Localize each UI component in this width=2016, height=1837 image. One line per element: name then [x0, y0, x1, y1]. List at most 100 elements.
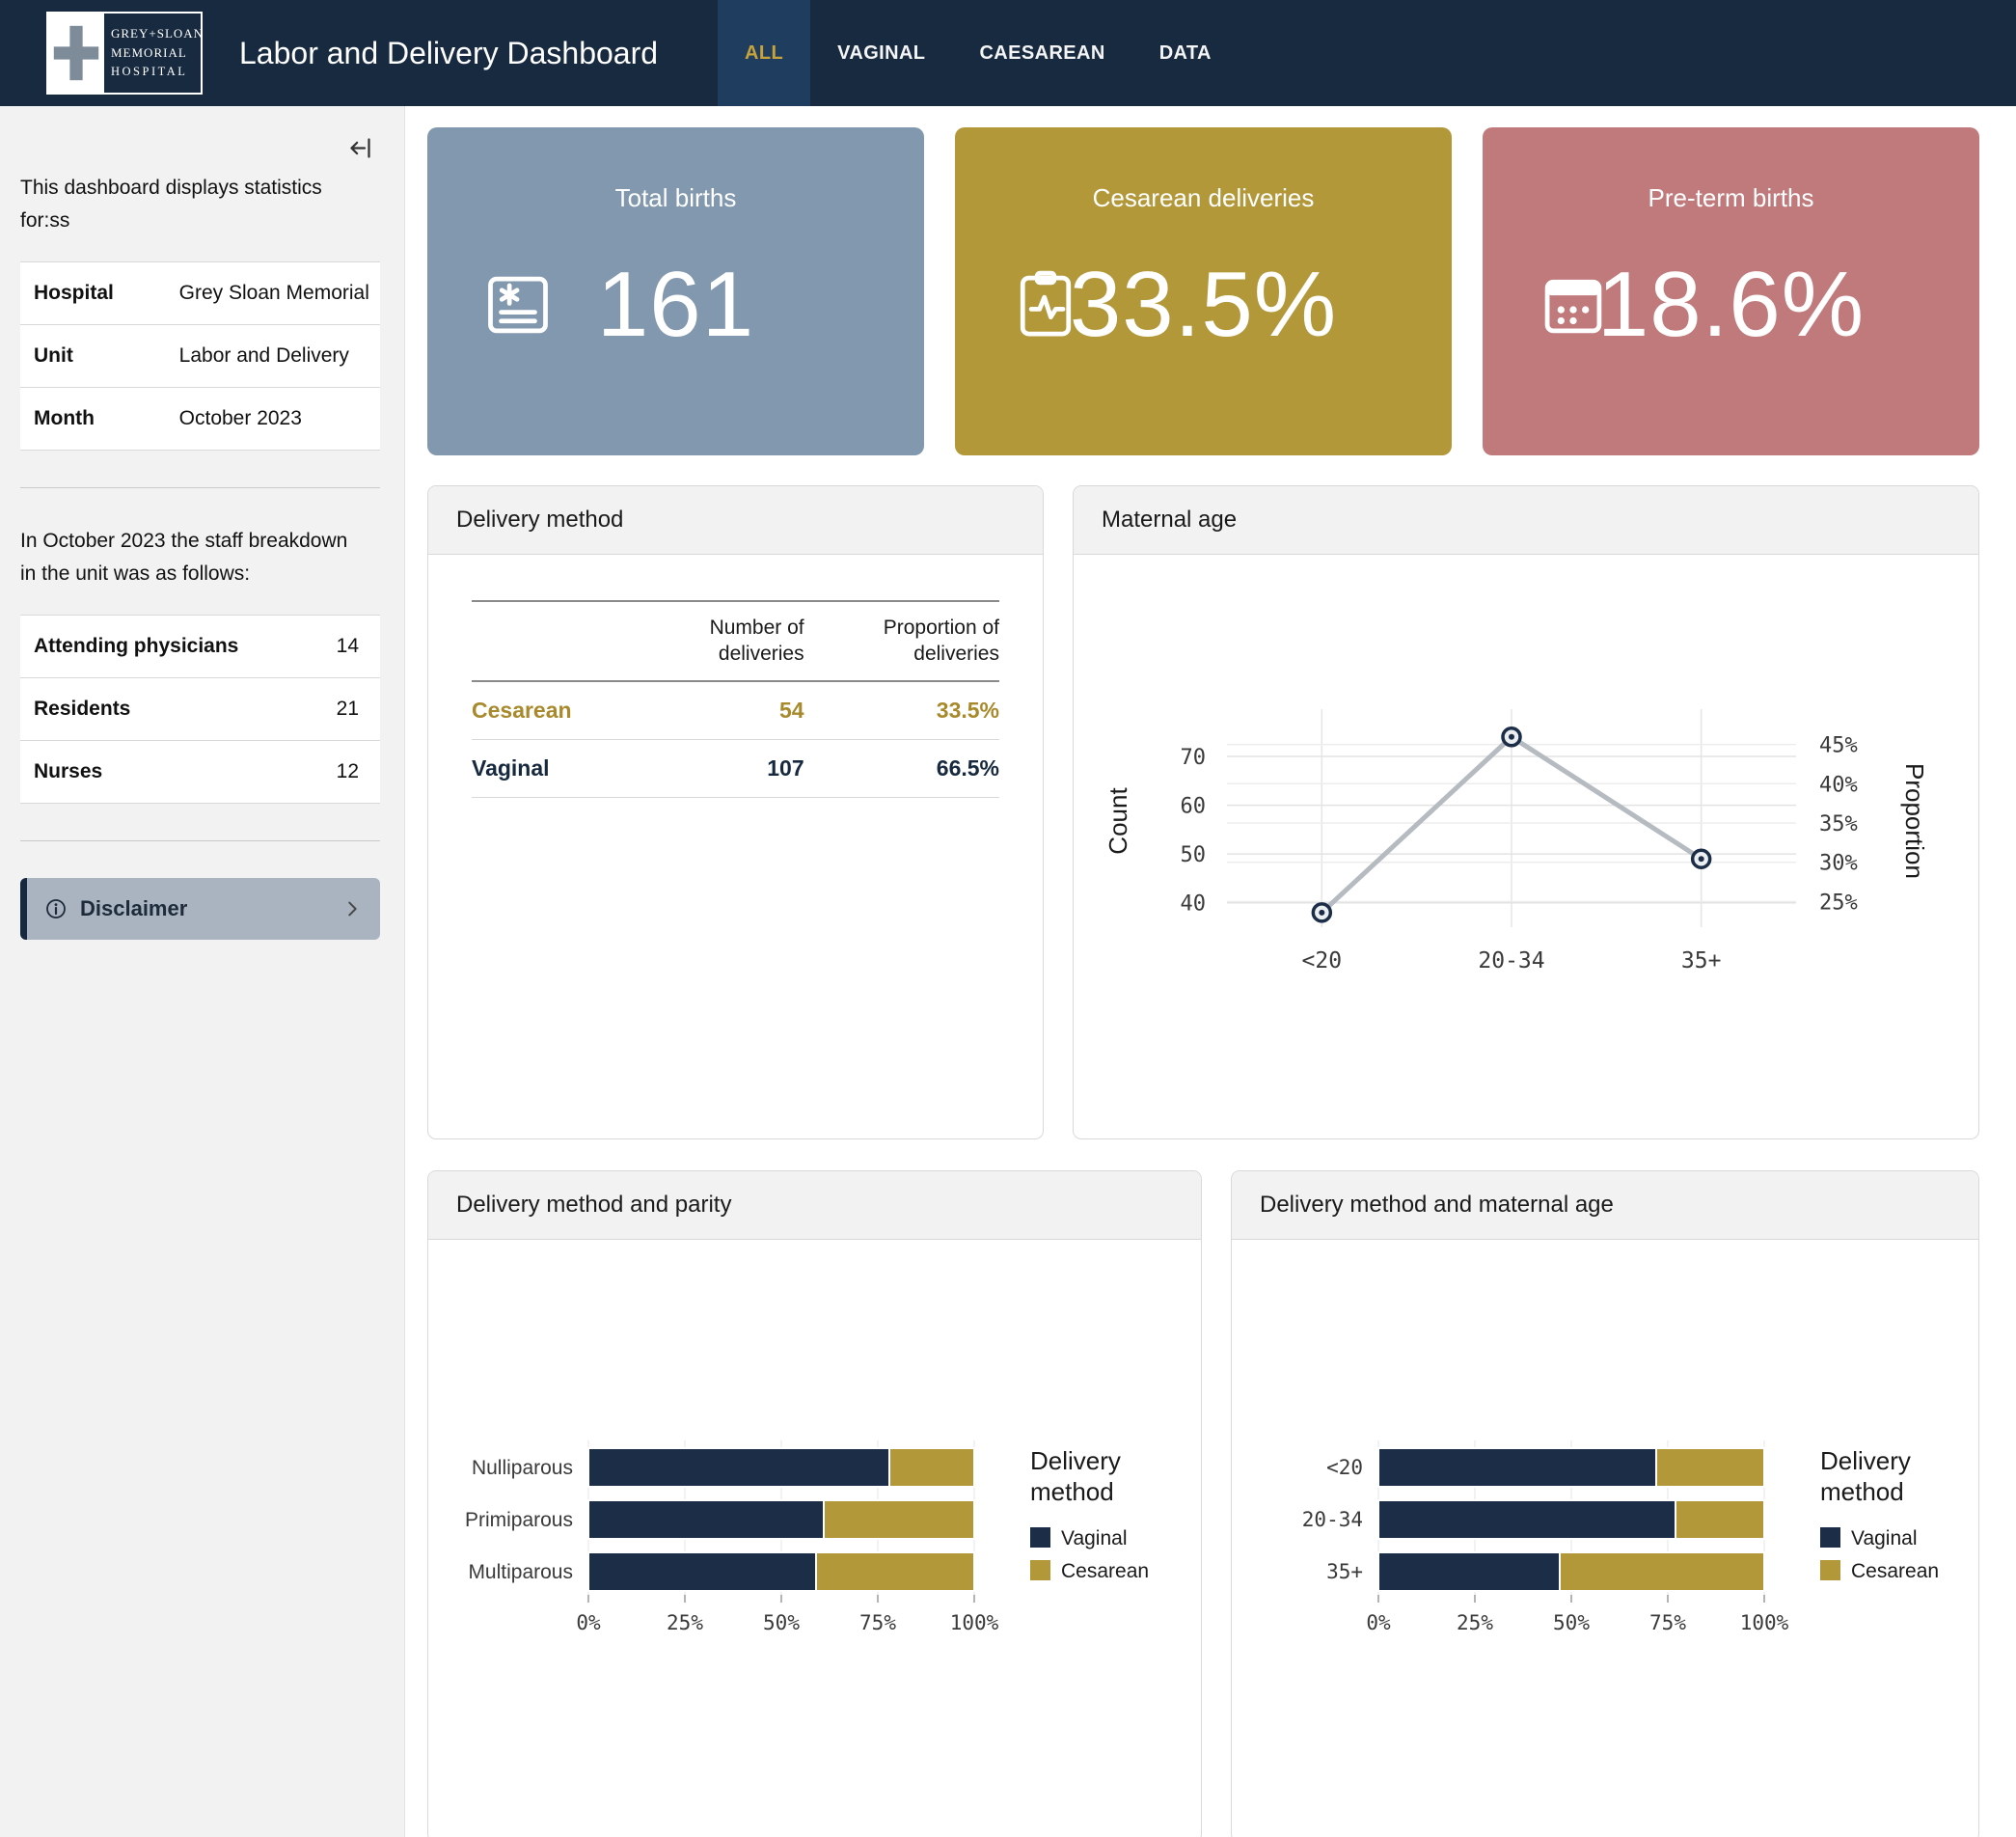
svg-text:35+: 35+	[1326, 1560, 1363, 1583]
staff-label: Attending physicians	[20, 616, 272, 678]
staff-label: Nurses	[20, 741, 272, 804]
svg-text:Proportion: Proportion	[1900, 763, 1929, 879]
maternal-age-card: Maternal age 40 50 60 70 25% 30% 35% 40% 45% <20 2…	[1073, 485, 1979, 1139]
svg-text:<20: <20	[1326, 1456, 1363, 1479]
delivery-maternal-age-card: Delivery method and maternal age 0%25%50…	[1231, 1170, 1979, 1837]
svg-text:100%: 100%	[1740, 1611, 1789, 1634]
medical-record-icon	[481, 268, 555, 342]
info-label: Hospital	[20, 262, 172, 325]
column-header: Proportion of deliveries	[804, 601, 999, 681]
logo-line: HOSPITAL	[111, 63, 204, 81]
tab-all[interactable]: ALL	[718, 0, 810, 106]
tab-caesarean[interactable]: CAESAREAN	[952, 0, 1131, 106]
value-box-value: 33.5%	[1070, 252, 1337, 358]
column-header: Number of deliveries	[609, 601, 804, 681]
svg-text:Delivery: Delivery	[1030, 1446, 1121, 1475]
card-title: Maternal age	[1074, 486, 1978, 555]
svg-text:35+: 35+	[1681, 948, 1722, 973]
svg-text:25%: 25%	[1457, 1611, 1493, 1634]
delivery-method-card: Delivery method Number of deliveries Pro…	[427, 485, 1044, 1139]
row-label: Cesarean	[472, 681, 609, 740]
svg-text:<20: <20	[1302, 948, 1343, 973]
svg-text:100%: 100%	[949, 1611, 998, 1634]
svg-text:Cesarean: Cesarean	[1851, 1560, 1939, 1582]
svg-text:40%: 40%	[1819, 773, 1858, 797]
svg-text:Vaginal: Vaginal	[1061, 1527, 1128, 1549]
cell-count: 107	[609, 739, 804, 797]
svg-text:Cesarean: Cesarean	[1061, 1560, 1149, 1582]
svg-text:35%: 35%	[1819, 812, 1858, 836]
logo-line: MEMORIAL	[111, 43, 204, 63]
info-value: Grey Sloan Memorial	[172, 262, 380, 325]
tab-vaginal[interactable]: VAGINAL	[810, 0, 952, 106]
staff-row: Attending physicians 14	[20, 616, 380, 678]
sidebar-collapse-icon[interactable]	[347, 135, 373, 161]
value-box-title: Total births	[427, 183, 924, 213]
info-label: Month	[20, 388, 172, 451]
staff-intro-text: In October 2023 the staff breakdown in t…	[20, 525, 368, 589]
svg-text:Multiparous: Multiparous	[468, 1561, 573, 1583]
tab-data[interactable]: DATA	[1132, 0, 1239, 106]
cell-proportion: 66.5%	[804, 739, 999, 797]
card-title: Delivery method and maternal age	[1232, 1171, 1978, 1240]
info-label: Unit	[20, 325, 172, 388]
staff-count: 14	[272, 616, 380, 678]
chevron-right-icon	[341, 898, 363, 919]
svg-text:Delivery: Delivery	[1820, 1446, 1911, 1475]
svg-text:25%: 25%	[1819, 891, 1858, 915]
svg-text:20-34: 20-34	[1478, 948, 1544, 973]
cell-proportion: 33.5%	[804, 681, 999, 740]
info-value: October 2023	[172, 388, 380, 451]
hospital-info-table: Hospital Grey Sloan Memorial Unit Labor …	[20, 261, 380, 451]
delivery-method-table: Number of deliveries Proportion of deliv…	[472, 600, 999, 798]
navbar: GREY+SLOAN MEMORIAL HOSPITAL Labor and D…	[0, 0, 2016, 106]
info-row: Hospital Grey Sloan Memorial	[20, 262, 380, 325]
value-box-value: 18.6%	[1597, 252, 1865, 358]
divider	[20, 840, 380, 841]
svg-text:50%: 50%	[763, 1611, 800, 1634]
logo-line: GREY+SLOAN	[111, 24, 204, 43]
cross-icon	[48, 14, 104, 93]
hospital-logo: GREY+SLOAN MEMORIAL HOSPITAL	[46, 12, 203, 95]
value-box-total-births: Total births 161	[427, 127, 924, 455]
svg-text:25%: 25%	[667, 1611, 703, 1634]
app-title: Labor and Delivery Dashboard	[239, 36, 658, 71]
clipboard-pulse-icon	[1009, 268, 1082, 342]
delivery-row-cesarean: Cesarean 54 33.5%	[472, 681, 999, 740]
disclaimer-accordion[interactable]: Disclaimer	[20, 878, 380, 940]
value-box-preterm-births: Pre-term births 18.6%	[1483, 127, 1979, 455]
delivery-table-corner	[472, 601, 609, 681]
staff-table: Attending physicians 14 Residents 21 Nur…	[20, 615, 380, 804]
main-content: Total births 161 Cesarean deliveries	[405, 106, 2016, 1837]
staff-row: Nurses 12	[20, 741, 380, 804]
value-box-row: Total births 161 Cesarean deliveries	[427, 127, 1979, 455]
svg-text:0%: 0%	[576, 1611, 601, 1634]
svg-text:method: method	[1820, 1477, 1904, 1506]
nav-tabs: ALL VAGINAL CAESAREAN DATA	[718, 0, 1239, 106]
calendar-icon	[1537, 268, 1610, 342]
svg-text:60: 60	[1181, 794, 1207, 818]
svg-text:75%: 75%	[1649, 1611, 1686, 1634]
card-title: Delivery method and parity	[428, 1171, 1201, 1240]
value-box-value: 161	[597, 252, 754, 358]
svg-text:45%: 45%	[1819, 733, 1858, 757]
value-box-title: Cesarean deliveries	[955, 183, 1452, 213]
delivery-parity-card: Delivery method and parity 0%25%50%75%10…	[427, 1170, 1202, 1837]
svg-text:50: 50	[1181, 843, 1207, 867]
row-label: Vaginal	[472, 739, 609, 797]
staff-count: 21	[272, 678, 380, 741]
delivery-maternal-age-bar-chart: 0%25%50%75%100%<2020-3435+Deliverymethod…	[1232, 1240, 1978, 1837]
svg-text:Nulliparous: Nulliparous	[471, 1457, 572, 1479]
card-title: Delivery method	[428, 486, 1043, 555]
staff-row: Residents 21	[20, 678, 380, 741]
svg-text:Primiparous: Primiparous	[464, 1509, 572, 1531]
cell-count: 54	[609, 681, 804, 740]
svg-text:0%: 0%	[1366, 1611, 1391, 1634]
info-icon	[44, 897, 68, 920]
svg-text:70: 70	[1181, 745, 1207, 769]
disclaimer-label: Disclaimer	[80, 896, 187, 921]
svg-text:30%: 30%	[1819, 851, 1858, 875]
info-row: Month October 2023	[20, 388, 380, 451]
svg-text:40: 40	[1181, 891, 1207, 916]
staff-count: 12	[272, 741, 380, 804]
